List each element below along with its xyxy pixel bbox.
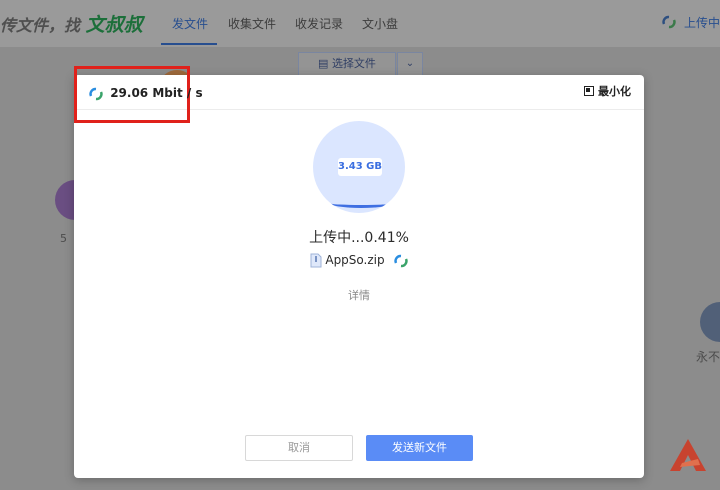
- upload-dialog: 29.06 Mbit / s 最小化 3.43 GB 上传中...0.41% A…: [74, 66, 644, 478]
- upload-status-text: 上传中...0.41%: [309, 230, 409, 246]
- nav-send-file[interactable]: 发文件: [172, 15, 208, 32]
- cancel-button[interactable]: 取消: [245, 435, 353, 461]
- zip-file-icon: [310, 253, 326, 268]
- upload-status-label: 上传中: [683, 16, 720, 30]
- nav-collect-file[interactable]: 收集文件: [228, 15, 276, 32]
- progress-wave: [331, 199, 391, 208]
- file-name: AppSo.zip: [325, 253, 385, 267]
- details-link[interactable]: 详情: [74, 287, 644, 303]
- file-icon: ▤: [318, 57, 332, 70]
- bg-left-label: 5: [60, 232, 67, 245]
- file-name-row: AppSo.zip: [74, 253, 644, 268]
- loading-icon: [394, 253, 409, 267]
- nav-records[interactable]: 收发记录: [295, 15, 343, 32]
- send-new-file-button[interactable]: 发送新文件: [366, 435, 473, 461]
- brand-logo[interactable]: 传文件，找 文叔叔: [0, 10, 143, 37]
- loading-icon: [662, 15, 676, 32]
- corner-logo-icon: [668, 437, 708, 477]
- minimize-button[interactable]: 最小化: [584, 83, 631, 99]
- minimize-label: 最小化: [598, 85, 631, 98]
- upload-speed: 29.06 Mbit / s: [89, 86, 203, 101]
- choose-file-label: 选择文件: [331, 57, 376, 70]
- upload-speed-value: 29.06 Mbit / s: [110, 86, 203, 100]
- minimize-icon: [584, 86, 594, 96]
- bg-right-label: 永不: [696, 350, 720, 364]
- loading-icon: [89, 86, 110, 100]
- brand-text: 传文件，找: [0, 16, 81, 35]
- choose-file-button[interactable]: ▤ 选择文件: [298, 52, 396, 76]
- upload-progress-circle: 3.43 GB: [313, 121, 405, 213]
- upload-status-link[interactable]: 上传中: [662, 14, 720, 32]
- nav-active-indicator: [161, 43, 217, 45]
- chevron-down-icon[interactable]: ⌄: [397, 52, 423, 76]
- top-navbar: 传文件，找 文叔叔 发文件 收集文件 收发记录 文小盘 上传中: [0, 0, 720, 48]
- nav-mini-disk[interactable]: 文小盘: [362, 15, 398, 32]
- brand-highlight: 文叔叔: [85, 14, 143, 36]
- file-size-badge: 3.43 GB: [338, 158, 382, 176]
